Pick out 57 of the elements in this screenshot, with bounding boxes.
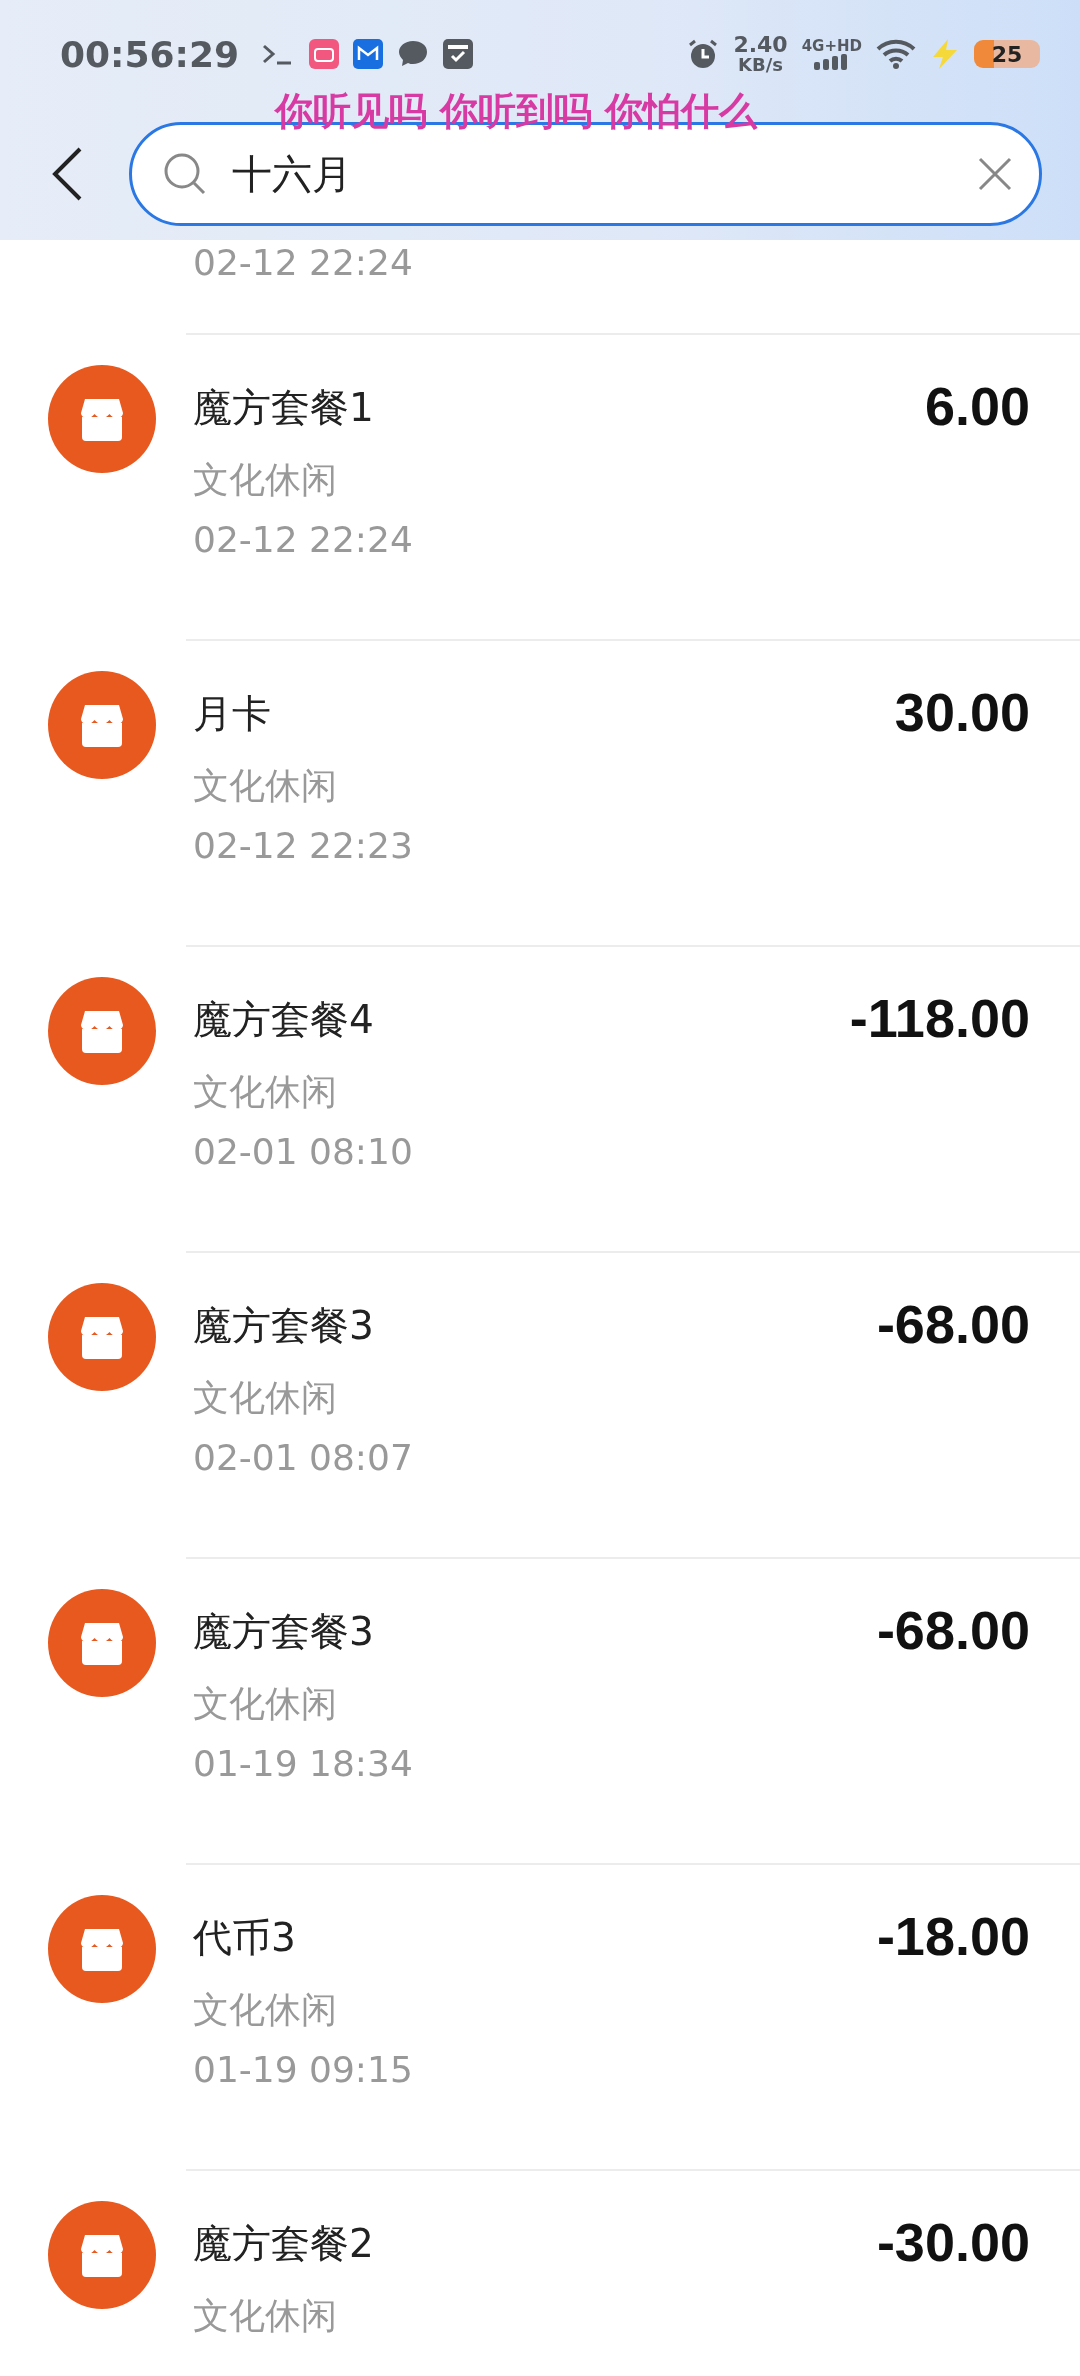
transaction-category: 文化休闲: [193, 1376, 338, 1420]
search-icon: [163, 152, 207, 196]
app-notification-icon: [353, 39, 384, 69]
transaction-category: 文化休闲: [193, 764, 338, 808]
store-icon: [48, 1895, 156, 2003]
transaction-title: 魔方套餐2: [193, 2220, 375, 2268]
transaction-amount: -30.00: [876, 2212, 1030, 2272]
transaction-time: 02-01 08:07: [193, 1436, 414, 1480]
transaction-title: 月卡: [193, 690, 272, 738]
transaction-category: 文化休闲: [193, 1682, 338, 1726]
transaction-time: 02-01 08:10: [193, 1130, 414, 1174]
transaction-title: 魔方套餐4: [193, 996, 375, 1044]
store-icon: [48, 671, 156, 779]
battery-level: 25: [974, 40, 1040, 68]
transaction-amount: 6.00: [924, 376, 1030, 436]
transaction-title: 魔方套餐3: [193, 1608, 375, 1656]
network-speed: 2.40: [733, 34, 788, 56]
transaction-time: 02-12 22:23: [193, 824, 414, 868]
network-type: 4G+HD: [801, 38, 862, 54]
signal-icon: [813, 53, 850, 70]
transaction-time: 01-19 18:34: [193, 1742, 414, 1786]
transaction-title: 魔方套餐1: [193, 384, 375, 432]
transaction-time: 02-12 22:24: [193, 242, 413, 283]
store-icon: [48, 2201, 156, 2309]
chat-bubble-icon: [397, 39, 430, 69]
transaction-item[interactable]: 代币3 文化休闲 01-19 09:15 -18.00: [186, 1863, 1080, 2169]
transaction-category: 文化休闲: [193, 2294, 338, 2338]
transaction-amount: 30.00: [894, 682, 1030, 742]
clear-icon[interactable]: [978, 157, 1012, 191]
transaction-amount: -118.00: [849, 988, 1030, 1048]
transaction-category: 文化休闲: [193, 1070, 338, 1114]
transaction-amount: -68.00: [876, 1294, 1030, 1354]
wifi-icon: [876, 38, 916, 70]
transaction-amount: -68.00: [876, 1600, 1030, 1660]
speed-unit: KB/s: [738, 56, 783, 74]
store-icon: [48, 1283, 156, 1391]
back-icon[interactable]: [50, 146, 84, 202]
transaction-time: 01-19 09:15: [193, 2048, 414, 2092]
transaction-time: 02-12 22:24: [193, 518, 414, 562]
checked-box-icon: [443, 39, 474, 69]
transaction-title: 代币3: [193, 1914, 297, 1962]
transaction-item[interactable]: 月卡 文化休闲 02-12 22:23 30.00: [186, 639, 1080, 945]
app-notification-icon: [309, 39, 340, 69]
transaction-item[interactable]: 魔方套餐3 文化休闲 01-19 18:34 -68.00: [186, 1557, 1080, 1863]
transaction-item[interactable]: 魔方套餐4 文化休闲 02-01 08:10 -118.00: [186, 945, 1080, 1251]
transaction-title: 魔方套餐3: [193, 1302, 375, 1350]
store-icon: [48, 1589, 156, 1697]
transaction-item[interactable]: 魔方套餐1 文化休闲 02-12 22:24 6.00: [186, 333, 1080, 639]
transaction-category: 文化休闲: [193, 1988, 338, 2032]
transaction-item[interactable]: 魔方套餐2 文化休闲 -30.00: [186, 2169, 1080, 2376]
transaction-amount: -18.00: [876, 1906, 1030, 1966]
status-time: 00:56:29: [60, 33, 240, 75]
transaction-item[interactable]: 魔方套餐3 文化休闲 02-01 08:07 -68.00: [186, 1251, 1080, 1557]
transaction-category: 文化休闲: [193, 458, 338, 502]
store-icon: [48, 365, 156, 473]
alarm-clock-icon: [687, 38, 720, 70]
store-icon: [48, 977, 156, 1085]
